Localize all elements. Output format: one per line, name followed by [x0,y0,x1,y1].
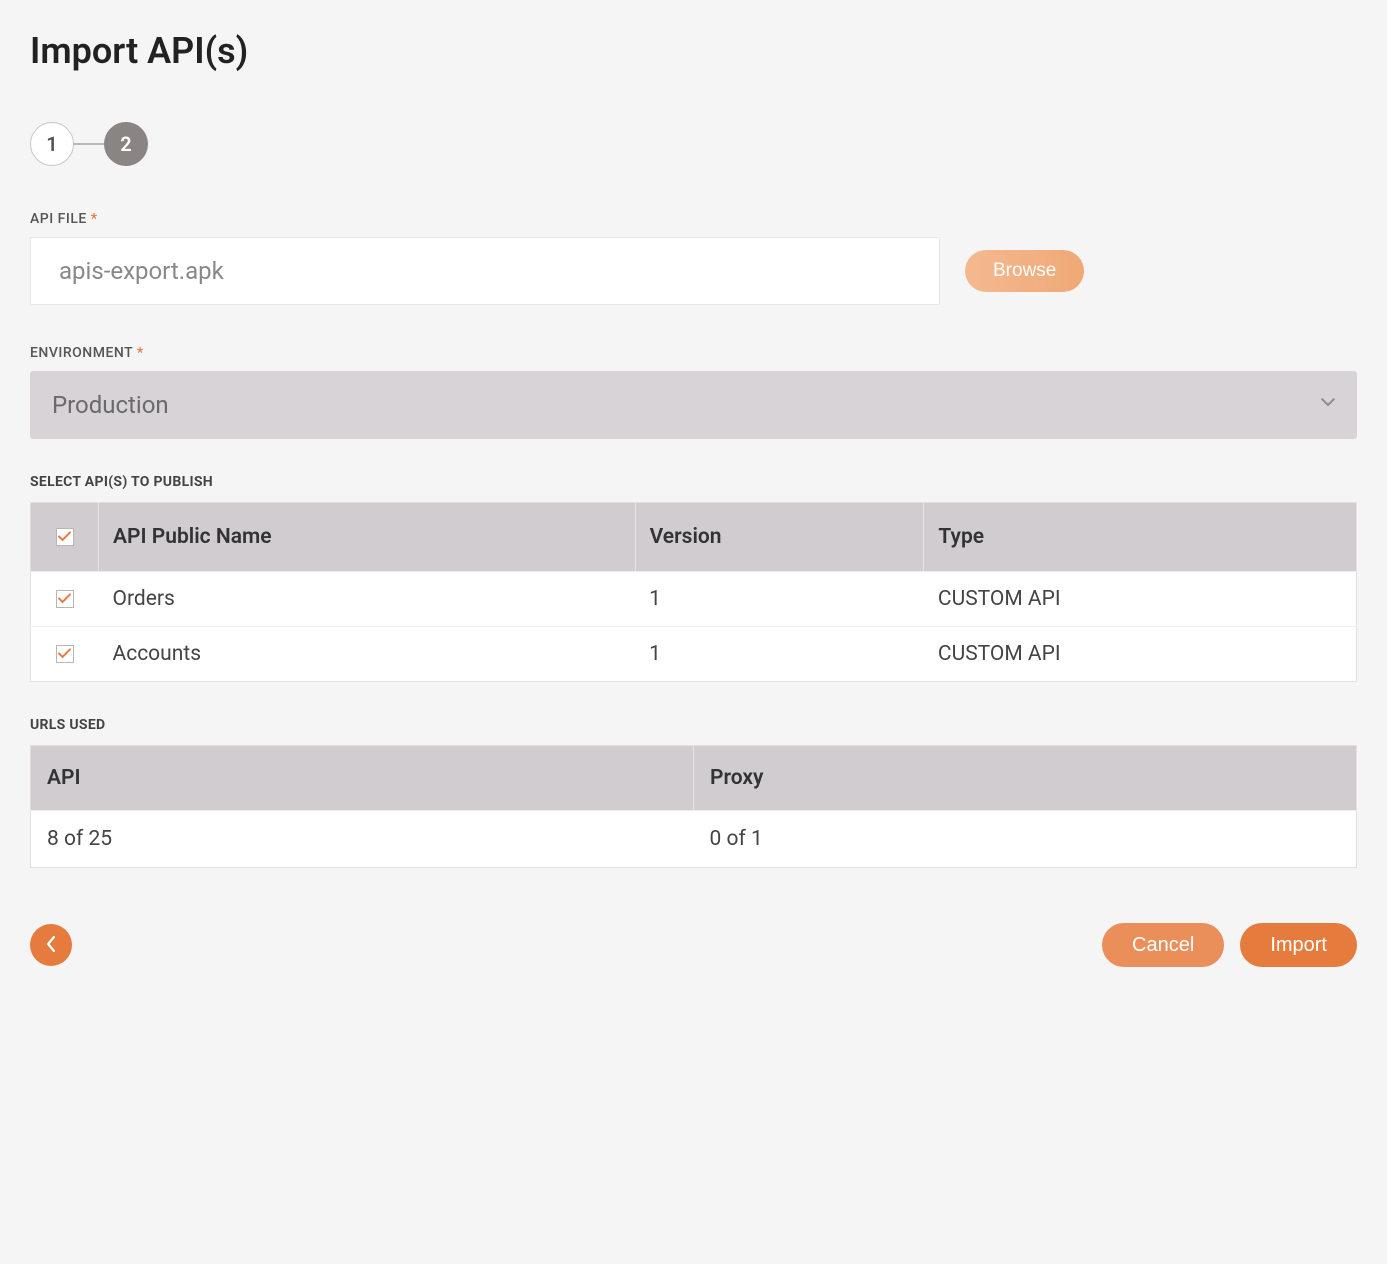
col-api-name: API Public Name [99,503,636,572]
col-urls-api: API [31,746,694,811]
cell-version: 1 [635,572,924,627]
chevron-down-icon [1321,398,1335,412]
import-button[interactable]: Import [1240,923,1357,967]
row-checkbox[interactable] [56,645,74,663]
wizard-step-2[interactable]: 2 [104,122,148,166]
wizard-steps: 1 2 [30,122,1357,166]
table-row: Orders 1 CUSTOM API [31,572,1357,627]
environment-label-text: ENVIRONMENT [30,345,133,361]
api-file-label-text: API FILE [30,211,87,227]
col-version: Version [635,503,924,572]
cell-type: CUSTOM API [924,572,1357,627]
col-type: Type [924,503,1357,572]
wizard-step-1[interactable]: 1 [30,122,74,166]
wizard-step-connector [74,143,104,145]
cell-api-name: Orders [99,572,636,627]
cell-version: 1 [635,627,924,682]
table-row: Accounts 1 CUSTOM API [31,627,1357,682]
chevron-left-icon [46,936,56,955]
select-apis-label: SELECT API(S) TO PUBLISH [30,474,1357,490]
api-file-input[interactable]: apis-export.apk [30,237,940,305]
page-title: Import API(s) [30,30,1357,72]
row-checkbox[interactable] [56,590,74,608]
browse-button[interactable]: Browse [965,250,1084,292]
cancel-button[interactable]: Cancel [1102,923,1224,967]
urls-table: API Proxy 8 of 25 0 of 1 [30,745,1357,868]
required-mark: * [137,345,144,361]
environment-select[interactable]: Production [30,371,1357,439]
select-all-checkbox[interactable] [56,528,74,546]
cell-urls-api: 8 of 25 [31,811,694,868]
cell-urls-proxy: 0 of 1 [694,811,1357,868]
cell-type: CUSTOM API [924,627,1357,682]
apis-table: API Public Name Version Type Orders 1 CU… [30,502,1357,682]
environment-label: ENVIRONMENT * [30,345,1357,361]
col-urls-proxy: Proxy [694,746,1357,811]
table-row: 8 of 25 0 of 1 [31,811,1357,868]
cell-api-name: Accounts [99,627,636,682]
api-file-label: API FILE * [30,211,1357,227]
environment-selected-value: Production [52,391,169,419]
footer: Cancel Import [30,923,1357,967]
required-mark: * [91,211,98,227]
back-button[interactable] [30,924,72,966]
urls-used-label: URLS USED [30,717,1357,733]
